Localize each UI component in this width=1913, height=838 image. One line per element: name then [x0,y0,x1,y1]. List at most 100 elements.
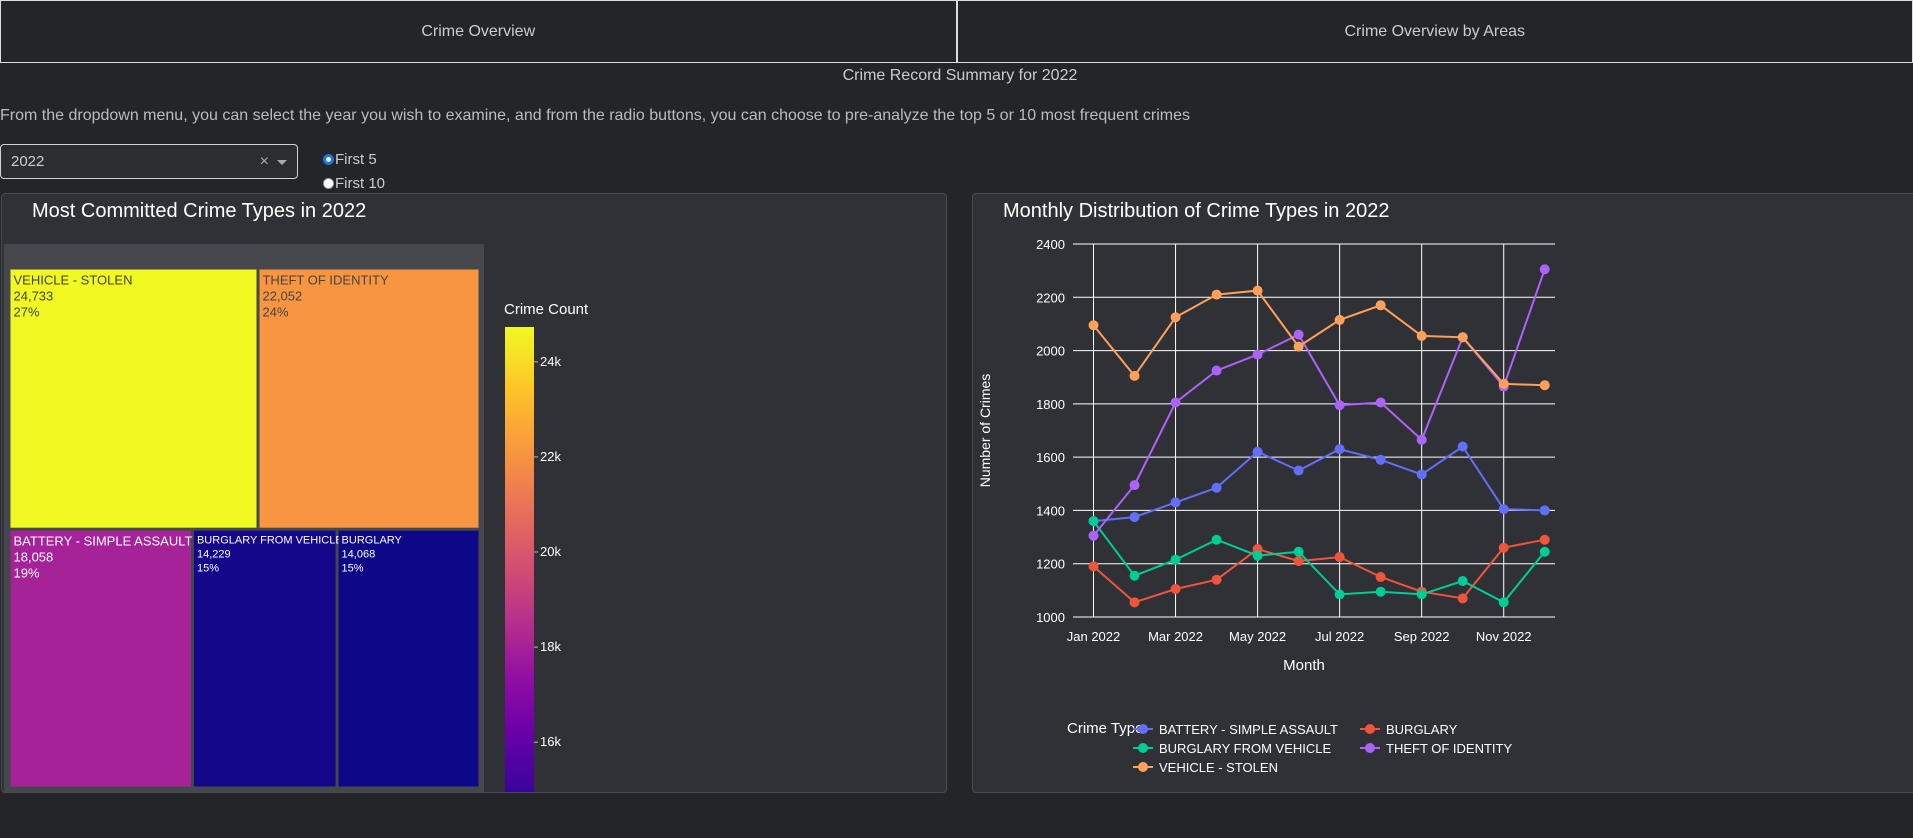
data-point-burglary[interactable] [1129,597,1140,608]
series-line-burglary-from-vehicle[interactable] [1092,520,1546,604]
data-point-theft-of-identity[interactable] [1293,329,1304,340]
treemap-tile-value: 14,068 [342,549,376,561]
data-point-vehicle-stolen[interactable] [1170,312,1181,323]
data-point-burglary-from-vehicle[interactable] [1498,597,1509,608]
data-point-vehicle-stolen[interactable] [1334,314,1345,325]
data-point-burglary-from-vehicle[interactable] [1334,589,1345,600]
chevron-down-icon[interactable] [277,160,287,165]
data-point-burglary[interactable] [1334,552,1345,563]
data-point-theft-of-identity[interactable] [1211,365,1222,376]
clear-icon[interactable]: × [260,153,269,171]
data-point-burglary[interactable] [1088,561,1099,572]
series-line-theft-of-identity[interactable] [1092,268,1546,537]
y-tick-label: 2000 [1036,344,1065,359]
radio-first-5[interactable]: First 5 [323,147,385,171]
colorbar-tick-label: 18k [540,639,561,654]
data-point-theft-of-identity[interactable] [1334,400,1345,411]
legend-label: BURGLARY [1386,722,1458,737]
treemap-tile-percent: 15% [342,563,364,575]
data-point-theft-of-identity[interactable] [1088,530,1099,541]
data-point-vehicle-stolen[interactable] [1293,341,1304,352]
data-point-vehicle-stolen[interactable] [1539,380,1550,391]
data-point-burglary-from-vehicle[interactable] [1170,554,1181,565]
radio-first-10-button[interactable] [323,177,334,189]
data-point-burglary[interactable] [1457,593,1468,604]
data-point-battery-simple-assault[interactable] [1498,504,1509,515]
data-point-battery-simple-assault[interactable] [1129,512,1140,523]
radio-first-5-button[interactable] [323,153,334,165]
data-point-vehicle-stolen[interactable] [1416,330,1427,341]
data-point-burglary-from-vehicle[interactable] [1457,576,1468,587]
data-point-battery-simple-assault[interactable] [1170,497,1181,508]
treemap-tile-label: THEFT OF IDENTITY [262,273,388,288]
data-point-theft-of-identity[interactable] [1539,264,1550,275]
treemap-tile-percent: 24% [262,305,288,320]
y-tick-label: 1000 [1036,610,1065,625]
treemap-title: Most Committed Crime Types in 2022 [32,200,367,222]
data-point-burglary-from-vehicle[interactable] [1129,570,1140,581]
data-point-battery-simple-assault[interactable] [1252,446,1263,457]
data-point-vehicle-stolen[interactable] [1375,300,1386,311]
data-point-vehicle-stolen[interactable] [1211,289,1222,300]
treemap-tile-vehicle-stolen[interactable] [10,269,257,528]
data-point-vehicle-stolen[interactable] [1088,320,1099,331]
series-line-battery-simple-assault[interactable] [1093,445,1545,523]
data-point-burglary[interactable] [1375,572,1386,583]
legend-label: VEHICLE - STOLEN [1159,760,1278,775]
legend-item-battery-simple-assault[interactable]: BATTERY - SIMPLE ASSAULT [1133,722,1338,737]
legend-swatch-marker [1365,743,1375,753]
data-point-battery-simple-assault[interactable] [1539,505,1550,516]
data-point-vehicle-stolen[interactable] [1498,378,1509,389]
legend-item-burglary[interactable]: BURGLARY [1360,722,1458,737]
legend-title: Crime Type [1067,720,1143,737]
data-point-vehicle-stolen[interactable] [1252,285,1263,296]
data-point-burglary-from-vehicle[interactable] [1416,589,1427,600]
x-tick-label: May 2022 [1229,629,1286,644]
data-point-vehicle-stolen[interactable] [1457,332,1468,343]
data-point-burglary[interactable] [1539,534,1550,545]
radio-first-5-label: First 5 [335,150,377,168]
data-point-burglary[interactable] [1293,556,1304,567]
data-point-theft-of-identity[interactable] [1129,480,1140,491]
legend-item-theft-of-identity[interactable]: THEFT OF IDENTITY [1360,741,1512,756]
data-point-burglary-from-vehicle[interactable] [1293,546,1304,557]
colorbar [505,327,534,792]
radio-first-10-label: First 10 [335,174,386,192]
data-point-theft-of-identity[interactable] [1375,397,1386,408]
data-point-battery-simple-assault[interactable] [1211,482,1222,493]
series-line-burglary[interactable] [1092,538,1545,604]
data-point-burglary-from-vehicle[interactable] [1088,516,1099,527]
data-point-theft-of-identity[interactable] [1416,434,1427,445]
data-point-battery-simple-assault[interactable] [1457,441,1468,452]
data-point-theft-of-identity[interactable] [1252,349,1263,360]
legend-label: THEFT OF IDENTITY [1386,741,1512,756]
x-tick-label: Mar 2022 [1148,629,1203,644]
data-point-burglary-from-vehicle[interactable] [1539,546,1550,557]
data-point-battery-simple-assault[interactable] [1375,454,1386,465]
treemap-tile-percent: 15% [197,563,219,575]
data-point-vehicle-stolen[interactable] [1129,370,1140,381]
data-point-battery-simple-assault[interactable] [1334,444,1345,455]
treemap-tile-label: BURGLARY [342,535,403,547]
year-dropdown[interactable]: 2022 × [0,144,298,179]
radio-first-10[interactable]: First 10 [323,171,385,195]
tab-crime-overview[interactable]: Crime Overview [0,0,957,63]
data-point-burglary[interactable] [1211,574,1222,585]
legend-item-vehicle-stolen[interactable]: VEHICLE - STOLEN [1133,760,1278,775]
legend-label: BATTERY - SIMPLE ASSAULT [1159,722,1338,737]
treemap-tile-theft-of-identity[interactable] [259,269,479,528]
data-point-burglary[interactable] [1498,542,1509,553]
data-point-battery-simple-assault[interactable] [1293,465,1304,476]
x-tick-label: Sep 2022 [1394,629,1450,644]
treemap-panel: Most Committed Crime Types in 2022 VEHIC… [1,193,947,793]
tab-crime-overview-by-areas[interactable]: Crime Overview by Areas [956,0,1913,63]
data-point-burglary-from-vehicle[interactable] [1211,534,1222,545]
data-point-theft-of-identity[interactable] [1170,397,1181,408]
data-point-battery-simple-assault[interactable] [1416,469,1427,480]
data-point-burglary[interactable] [1170,584,1181,595]
legend-item-burglary-from-vehicle[interactable]: BURGLARY FROM VEHICLE [1133,741,1332,756]
x-tick-label: Nov 2022 [1476,629,1532,644]
data-point-burglary-from-vehicle[interactable] [1375,586,1386,597]
data-point-burglary-from-vehicle[interactable] [1252,550,1263,561]
top-n-radio-group: First 5 First 10 [323,147,385,195]
